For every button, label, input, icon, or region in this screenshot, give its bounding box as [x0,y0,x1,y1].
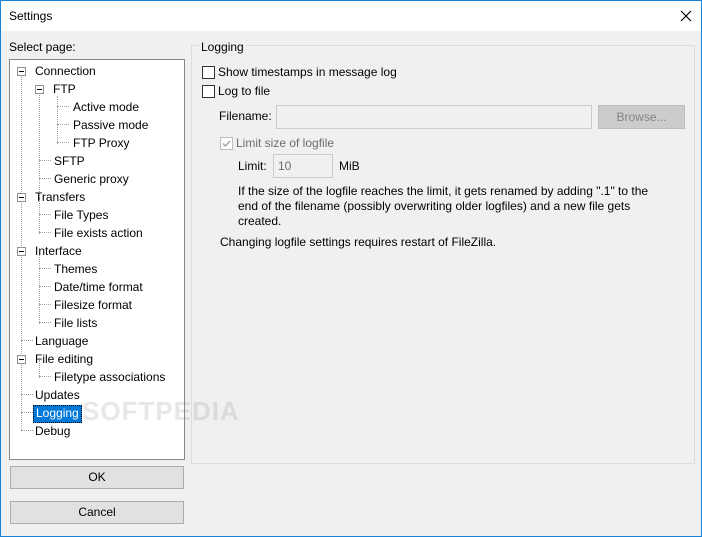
tree-line [39,376,51,377]
tree-item-filetype-associations[interactable]: Filetype associations [52,369,167,385]
info-line-2: end of the filename (possibly overwritin… [238,199,631,213]
tree-item-date-time-format[interactable]: Date/time format [52,279,145,295]
limit-unit: MiB [339,159,360,173]
tree-line [39,90,40,198]
collapse-icon[interactable] [17,67,26,76]
tree-item-language[interactable]: Language [33,333,90,349]
tree-line [57,96,58,144]
settings-page-tree[interactable]: Connection FTP Active mode Passive mode … [9,59,239,460]
info-line-3: created. [238,214,282,228]
tree-line [57,106,69,107]
collapse-icon[interactable] [17,355,26,364]
tree-line [57,124,69,125]
show-timestamps-label[interactable]: Show timestamps in message log [218,65,397,79]
select-page-label: Select page: [9,40,76,54]
browse-button[interactable]: Browse... [598,105,685,129]
tree-line [39,214,51,215]
ok-button[interactable]: OK [10,466,184,489]
tree-line [39,268,51,269]
collapse-icon[interactable] [17,193,26,202]
tree-line [39,178,51,179]
tree-item-file-lists[interactable]: File lists [52,315,99,331]
close-icon [680,10,692,22]
log-to-file-label[interactable]: Log to file [218,84,270,98]
collapse-icon[interactable] [17,247,26,256]
tree-line [21,430,33,431]
logging-group-label: Logging [199,40,246,54]
info-line-1: If the size of the logfile reaches the l… [238,184,649,198]
restart-note: Changing logfile settings requires resta… [220,235,497,249]
tree-item-logging[interactable]: Logging [33,405,82,423]
tree-item-filesize-format[interactable]: Filesize format [52,297,134,313]
tree-item-generic-proxy[interactable]: Generic proxy [52,171,131,187]
limit-label: Limit: [238,159,267,173]
checkmark-icon [222,140,231,148]
filename-label: Filename: [219,109,272,123]
tree-item-sftp[interactable]: SFTP [52,153,87,169]
limit-input[interactable]: 10 [273,154,333,178]
tree-item-ftp[interactable]: FTP [51,81,78,97]
tree-item-updates[interactable]: Updates [33,387,82,403]
window-title: Settings [9,9,53,23]
tree-line [39,232,51,233]
filename-input[interactable] [276,105,592,129]
tree-line [39,286,51,287]
tree-item-file-types[interactable]: File Types [52,207,110,223]
tree-line [39,252,40,324]
tree-line [21,394,33,395]
tree-line [39,160,51,161]
tree-item-active-mode[interactable]: Active mode [71,99,141,115]
title-bar: Settings [1,1,701,31]
log-to-file-checkbox[interactable] [202,85,215,98]
tree-line [39,322,51,323]
tree-item-interface[interactable]: Interface [33,243,84,259]
tree-line [57,142,69,143]
tree-line [39,304,51,305]
tree-line [21,340,33,341]
limit-size-label[interactable]: Limit size of logfile [236,136,334,150]
settings-window: Settings Select page: Connection FTP Act… [0,0,702,537]
tree-item-themes[interactable]: Themes [52,261,99,277]
close-button[interactable] [671,1,701,31]
tree-line [21,412,33,413]
tree-item-file-exists-action[interactable]: File exists action [52,225,145,241]
cancel-button[interactable]: Cancel [10,501,184,524]
tree-item-passive-mode[interactable]: Passive mode [71,117,150,133]
collapse-icon[interactable] [35,85,44,94]
tree-item-file-editing[interactable]: File editing [33,351,95,367]
tree-item-debug[interactable]: Debug [33,423,72,439]
show-timestamps-checkbox[interactable] [202,66,215,79]
tree-item-connection[interactable]: Connection [33,63,98,79]
limit-size-checkbox[interactable] [220,137,233,150]
tree-item-ftp-proxy[interactable]: FTP Proxy [71,135,131,151]
tree-item-transfers[interactable]: Transfers [33,189,87,205]
